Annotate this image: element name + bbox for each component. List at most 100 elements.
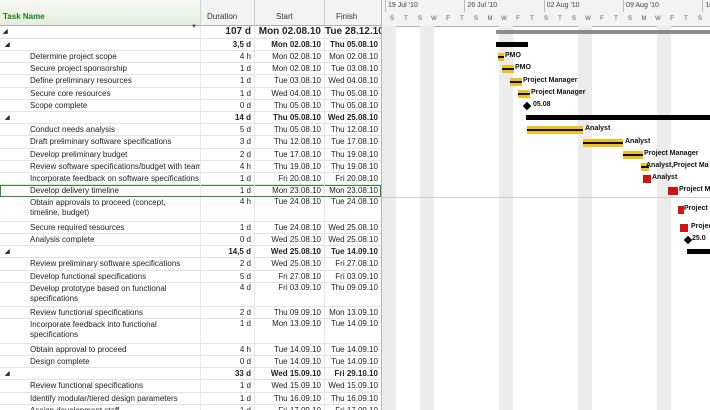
start-cell[interactable]: Thu 09.09.10	[255, 307, 325, 319]
duration-cell[interactable]: 1 d	[201, 185, 255, 197]
task-bar[interactable]	[527, 126, 583, 135]
duration-cell[interactable]: 1 d	[201, 319, 255, 343]
duration-cell[interactable]: 1 d	[201, 404, 255, 410]
task-row[interactable]: Design complete 0 d Tue 14.09.10 Tue 14.…	[0, 356, 381, 369]
start-cell[interactable]: Fri 17.09.10	[255, 404, 325, 410]
duration-cell[interactable]: 0 d	[201, 234, 255, 246]
finish-cell[interactable]: Tue 24.08.10	[325, 197, 381, 220]
finish-cell[interactable]: Tue 14.09.10	[325, 344, 381, 355]
start-cell[interactable]: Fri 27.08.10	[255, 270, 325, 282]
duration-cell[interactable]: 0 d	[201, 99, 255, 111]
start-cell[interactable]: Thu 05.08.10	[255, 112, 325, 124]
finish-cell[interactable]: Mon 13.09.10	[325, 307, 381, 318]
collapse-triangle-icon[interactable]: ◢	[3, 26, 193, 38]
finish-cell[interactable]: Wed 25.08.10	[325, 234, 381, 245]
task-row[interactable]: Obtain approvals to proceed (concept, ti…	[0, 197, 381, 222]
start-cell[interactable]: Mon 02.08.10	[255, 63, 325, 75]
task-name-cell[interactable]: Review software specifications/budget wi…	[0, 160, 201, 172]
start-cell[interactable]: Fri 03.09.10	[255, 282, 325, 307]
task-row[interactable]: Review functional specifications 2 d Thu…	[0, 307, 381, 320]
summary-task-row[interactable]: ◢Analysis/Software Requirements 14 d Thu…	[0, 112, 381, 125]
start-cell[interactable]: Tue 03.08.10	[255, 75, 325, 87]
task-name-cell[interactable]: Develop prototype based on functional sp…	[0, 282, 201, 307]
column-header-duration[interactable]: Duration	[201, 0, 255, 25]
milestone-diamond[interactable]	[522, 101, 532, 111]
duration-cell[interactable]: 107 d	[201, 26, 255, 38]
finish-cell[interactable]: Thu 12.08.10	[325, 124, 381, 135]
task-row[interactable]: Incorporate feedback into functional spe…	[0, 319, 381, 344]
collapse-triangle-icon[interactable]: ◢	[5, 39, 193, 50]
critical-task-bar[interactable]	[668, 187, 678, 196]
task-name-cell[interactable]: Review preliminary software specificatio…	[0, 258, 201, 270]
task-row[interactable]: Conduct needs analysis 5 d Thu 05.08.10 …	[0, 124, 381, 137]
task-bar[interactable]	[498, 53, 504, 62]
duration-cell[interactable]: 4 h	[201, 160, 255, 172]
start-cell[interactable]: Tue 17.08.10	[255, 148, 325, 160]
task-name-cell[interactable]: Determine project scope	[0, 51, 201, 63]
finish-cell[interactable]: Fri 29.10.10	[325, 368, 381, 379]
finish-cell[interactable]: Tue 03.08.10	[325, 63, 381, 74]
task-name-cell[interactable]: ◢Software Development	[0, 26, 201, 38]
duration-cell[interactable]: 0 d	[201, 356, 255, 368]
finish-cell[interactable]: Fri 27.08.10	[325, 258, 381, 269]
task-name-cell[interactable]: Analysis complete	[0, 234, 201, 246]
task-row[interactable]: Develop delivery timeline 1 d Mon 23.08.…	[0, 185, 381, 198]
task-name-cell[interactable]: Incorporate feedback on software specifi…	[0, 173, 201, 185]
duration-cell[interactable]: 4 h	[201, 343, 255, 355]
duration-cell[interactable]: 4 d	[201, 282, 255, 307]
task-bar[interactable]	[583, 138, 623, 147]
task-bar[interactable]	[623, 150, 643, 159]
finish-cell[interactable]: Thu 05.08.10	[325, 39, 381, 50]
start-cell[interactable]: Thu 05.08.10	[255, 99, 325, 111]
collapse-triangle-icon[interactable]: ◢	[5, 246, 193, 257]
duration-cell[interactable]: 1 d	[201, 75, 255, 87]
duration-cell[interactable]: 33 d	[201, 368, 255, 380]
task-name-cell[interactable]: Assign development staff	[0, 404, 201, 410]
finish-cell[interactable]: Thu 09.09.10	[325, 283, 381, 306]
task-row[interactable]: Review functional specifications 1 d Wed…	[0, 380, 381, 393]
task-name-cell[interactable]: Define preliminary resources	[0, 75, 201, 87]
task-row[interactable]: Secure required resources 1 d Tue 24.08.…	[0, 221, 381, 234]
start-cell[interactable]: Tue 14.09.10	[255, 343, 325, 355]
project-summary-bar[interactable]	[496, 30, 710, 35]
finish-cell[interactable]: Fri 17.09.10	[325, 405, 381, 410]
finish-cell[interactable]: Tue 28.12.10	[325, 26, 381, 38]
task-name-cell[interactable]: ◢Scope	[0, 38, 201, 50]
start-cell[interactable]: Wed 15.09.10	[255, 380, 325, 392]
duration-cell[interactable]: 4 h	[201, 51, 255, 63]
task-row[interactable]: Secure project sponsorship 1 d Mon 02.08…	[0, 63, 381, 76]
duration-cell[interactable]: 1 d	[201, 173, 255, 185]
duration-cell[interactable]: 1 d	[201, 392, 255, 404]
start-cell[interactable]: Wed 04.08.10	[255, 87, 325, 99]
start-cell[interactable]: Wed 25.08.10	[255, 246, 325, 258]
start-cell[interactable]: Thu 12.08.10	[255, 136, 325, 148]
summary-bar[interactable]	[526, 115, 710, 121]
duration-cell[interactable]: 2 d	[201, 307, 255, 319]
duration-cell[interactable]: 1 d	[201, 63, 255, 75]
duration-cell[interactable]: 3,5 d	[201, 38, 255, 50]
start-cell[interactable]: Tue 24.08.10	[255, 197, 325, 221]
finish-cell[interactable]: Thu 05.08.10	[325, 88, 381, 99]
summary-task-row[interactable]: ◢Development 33 d Wed 15.09.10 Fri 29.10…	[0, 368, 381, 381]
start-cell[interactable]: Mon 13.09.10	[255, 319, 325, 343]
critical-task-bar[interactable]	[643, 175, 651, 184]
finish-cell[interactable]: Fri 03.09.10	[325, 271, 381, 282]
collapse-triangle-icon[interactable]: ◢	[5, 112, 193, 123]
finish-cell[interactable]: Wed 15.09.10	[325, 380, 381, 391]
task-name-cell[interactable]: Develop preliminary budget	[0, 148, 201, 160]
finish-cell[interactable]: Thu 19.08.10	[325, 149, 381, 160]
task-name-cell[interactable]: Obtain approvals to proceed (concept, ti…	[0, 197, 201, 221]
task-name-cell[interactable]: Secure core resources	[0, 87, 201, 99]
finish-cell[interactable]: Mon 02.08.10	[325, 51, 381, 62]
milestone-diamond[interactable]	[683, 235, 693, 245]
task-row[interactable]: Define preliminary resources 1 d Tue 03.…	[0, 75, 381, 88]
task-name-cell[interactable]: Incorporate feedback into functional spe…	[0, 319, 201, 343]
summary-bar[interactable]	[496, 41, 528, 47]
task-row[interactable]: Determine project scope 4 h Mon 02.08.10…	[0, 51, 381, 64]
task-row[interactable]: Develop preliminary budget 2 d Tue 17.08…	[0, 148, 381, 161]
task-row[interactable]: Draft preliminary software specification…	[0, 136, 381, 149]
task-name-cell[interactable]: Secure project sponsorship	[0, 63, 201, 75]
task-row[interactable]: Develop functional specifications 5 d Fr…	[0, 270, 381, 283]
task-name-cell[interactable]: Scope complete	[0, 99, 201, 111]
task-row[interactable]: Analysis complete 0 d Wed 25.08.10 Wed 2…	[0, 234, 381, 247]
